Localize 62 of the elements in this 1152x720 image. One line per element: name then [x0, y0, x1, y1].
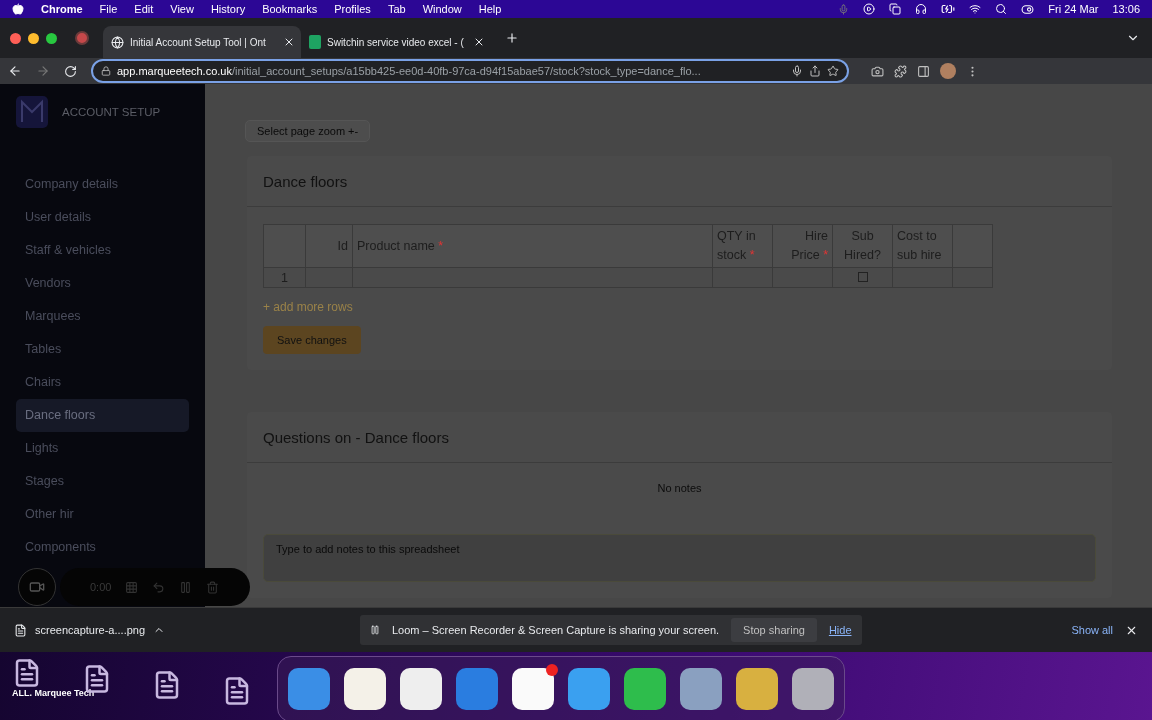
browser-tab[interactable]: Initial Account Setup Tool | Ont [103, 26, 301, 58]
browser-tab[interactable]: Switchin service video excel - ( [301, 26, 491, 58]
menu-item[interactable]: File [99, 3, 118, 15]
file-icon [14, 623, 27, 637]
back-icon[interactable] [8, 64, 22, 78]
profile-avatar[interactable] [940, 63, 956, 79]
video-camera-icon[interactable] [29, 579, 45, 595]
section-title: Dance floors [263, 173, 349, 190]
forward-icon[interactable] [36, 64, 50, 78]
menu-clock: 13:06 [1112, 3, 1140, 15]
windows-icon[interactable] [889, 3, 902, 15]
sharing-text: Loom – Screen Recorder & Screen Capture is sharing your screen. [392, 624, 720, 636]
sidebar-item[interactable]: Dance floors [16, 399, 189, 432]
control-center-icon[interactable] [1021, 2, 1035, 16]
notification-badge [546, 664, 558, 676]
spreadsheet-icon [309, 35, 321, 49]
new-tab-icon[interactable] [505, 31, 519, 45]
address-bar[interactable]: app.marqueetech.co.uk/initial_account_setups/a15bb425-ee0d-40fb-97ca-d94f15abae57/stock?stock_type=dance_flo... [91, 59, 849, 83]
pause-icon [370, 625, 380, 635]
zoom-window-button[interactable] [46, 32, 57, 44]
menu-item[interactable]: Window [422, 3, 462, 15]
menu-item[interactable]: View [170, 3, 194, 15]
extensions-icon[interactable] [894, 64, 907, 78]
brand-logo-icon [16, 96, 48, 128]
reload-icon[interactable] [64, 64, 77, 78]
play-icon[interactable] [863, 3, 876, 15]
checkbox[interactable] [857, 271, 868, 282]
menu-item[interactable]: Edit [134, 3, 154, 15]
menu-item[interactable]: Help [478, 3, 502, 15]
tab-title: Initial Account Setup Tool | Ont [130, 36, 267, 48]
menu-app-name[interactable]: Chrome [41, 3, 83, 15]
stop-sharing-button[interactable]: Stop sharing [731, 618, 817, 642]
url-text: app.marqueetech.co.uk/initial_account_setups/a15bb425-ee0d-40fb-97ca-d94f15abae57/stock?stock_type=dance_flo... [117, 65, 702, 77]
section-title: Questions on - Dance floors [263, 429, 450, 446]
battery-icon[interactable] [941, 2, 956, 16]
side-panel-icon[interactable] [917, 64, 930, 78]
share-icon[interactable] [809, 65, 821, 77]
mic-icon[interactable] [791, 65, 803, 77]
brand-title: ACCOUNT SETUP [62, 106, 161, 118]
close-window-button[interactable] [10, 32, 21, 44]
hide-link[interactable]: Hide [828, 624, 852, 636]
headphones-icon[interactable] [915, 3, 928, 15]
menu-date: Fri 24 Mar [1048, 3, 1099, 15]
recording-dot-icon [75, 31, 89, 45]
tab-title: Switchin service video excel - ( [327, 36, 465, 48]
menu-item[interactable]: Tab [387, 3, 406, 15]
menu-item[interactable]: Profiles [334, 3, 371, 15]
download-filename[interactable]: screencapture-a....png [35, 624, 146, 636]
wifi-icon[interactable] [969, 3, 982, 15]
menu-item[interactable]: History [210, 3, 246, 15]
lock-icon [101, 66, 111, 76]
menu-item[interactable]: Bookmarks [262, 3, 318, 15]
search-icon[interactable] [995, 3, 1008, 15]
camera-icon[interactable] [871, 64, 884, 78]
minimize-window-button[interactable] [28, 32, 39, 44]
show-all-link[interactable]: Show all [1071, 624, 1113, 636]
globe-icon [111, 35, 124, 49]
apple-logo-icon[interactable] [12, 3, 24, 15]
empty-message: No notes [657, 482, 702, 494]
close-icon[interactable] [473, 36, 485, 48]
bookmark-star-icon[interactable] [827, 65, 839, 77]
close-icon[interactable] [283, 36, 295, 48]
